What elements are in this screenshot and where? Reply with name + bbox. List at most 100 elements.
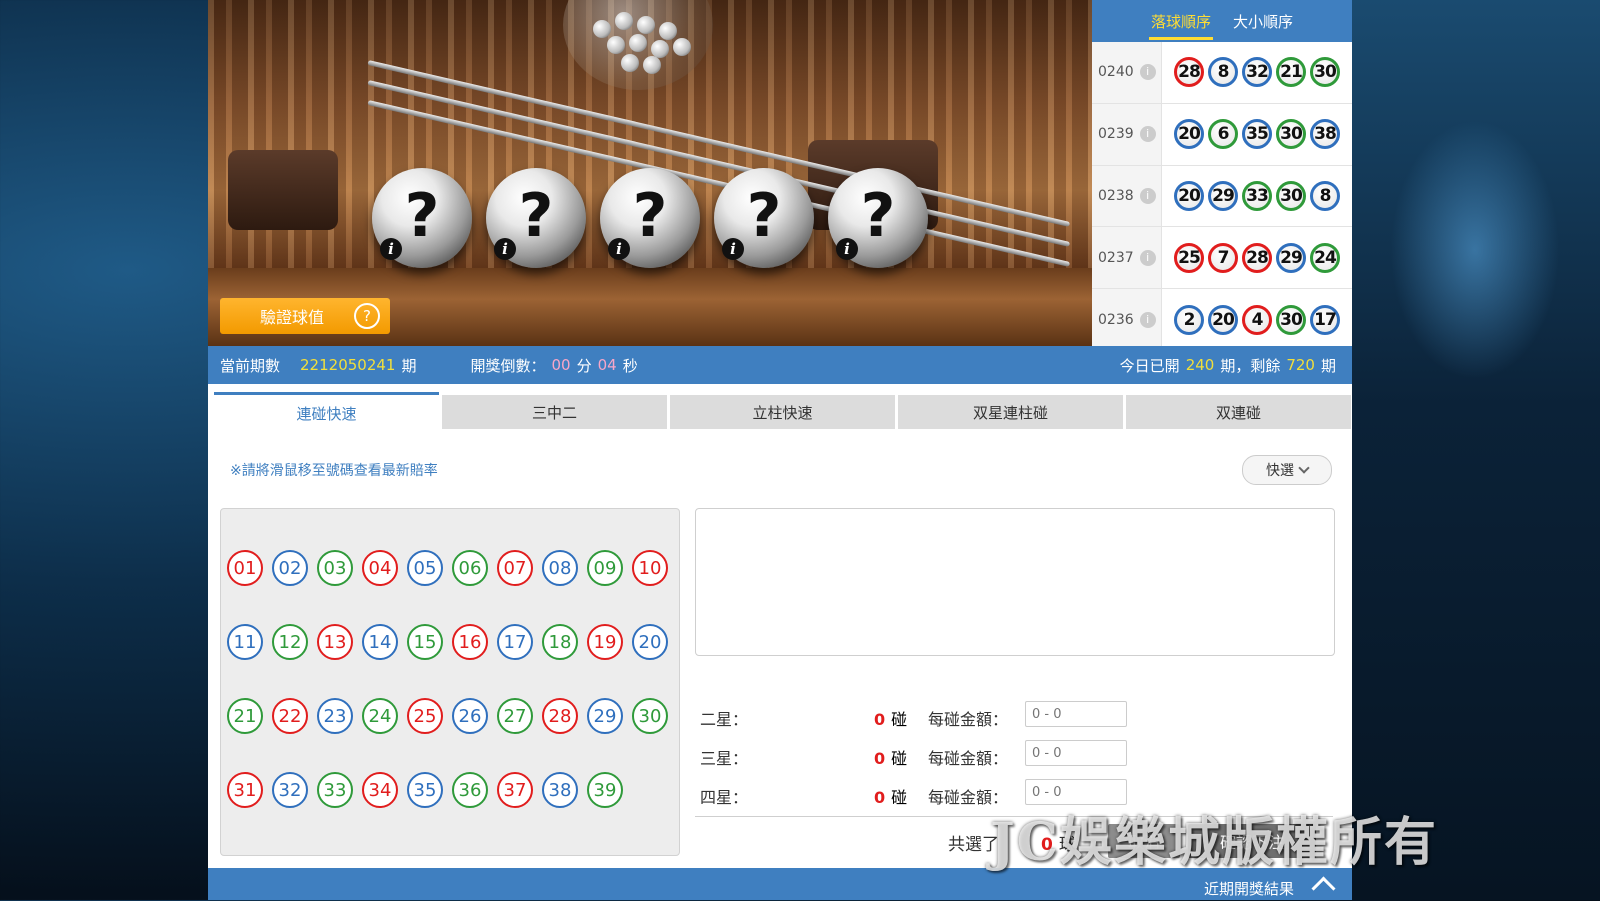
- number-ball[interactable]: 09: [587, 550, 623, 586]
- info-icon[interactable]: i: [1139, 311, 1156, 328]
- amount-input[interactable]: [1025, 740, 1127, 766]
- tab-drop-order[interactable]: 落球順序: [1148, 3, 1213, 40]
- tab-double-star-column[interactable]: 双星連柱碰: [898, 395, 1123, 429]
- result-ball: 21: [1276, 57, 1306, 88]
- number-ball[interactable]: 14: [362, 624, 398, 660]
- result-ball: 8: [1208, 57, 1238, 88]
- pending-ball[interactable]: ? i: [372, 168, 472, 268]
- result-ball: 7: [1208, 242, 1238, 273]
- number-ball[interactable]: 38: [542, 772, 578, 808]
- info-icon[interactable]: i: [1139, 64, 1156, 81]
- result-ball: 32: [1242, 57, 1272, 88]
- number-ball[interactable]: 05: [407, 550, 443, 586]
- number-ball[interactable]: 02: [272, 550, 308, 586]
- number-ball[interactable]: 03: [317, 550, 353, 586]
- info-icon[interactable]: i: [494, 238, 516, 260]
- number-ball[interactable]: 19: [587, 624, 623, 660]
- pending-ball[interactable]: ? i: [486, 168, 586, 268]
- amount-input[interactable]: [1025, 701, 1127, 727]
- number-ball[interactable]: 24: [362, 698, 398, 734]
- number-ball[interactable]: 29: [587, 698, 623, 734]
- number-ball[interactable]: 32: [272, 772, 308, 808]
- history-balls: 2 20 4 30 17: [1162, 289, 1352, 350]
- info-icon[interactable]: i: [722, 238, 744, 260]
- chevron-up-icon[interactable]: [1311, 876, 1336, 901]
- result-ball: 28: [1174, 57, 1204, 88]
- number-ball[interactable]: 34: [362, 772, 398, 808]
- verify-label: 驗證球值: [260, 308, 325, 327]
- bet-label: 三星：: [700, 749, 749, 768]
- help-icon[interactable]: ?: [354, 303, 380, 329]
- number-ball[interactable]: 11: [227, 624, 263, 660]
- pending-ball[interactable]: ? i: [714, 168, 814, 268]
- bet-count-value: 0: [874, 788, 886, 807]
- number-ball[interactable]: 33: [317, 772, 353, 808]
- number-ball[interactable]: 30: [632, 698, 668, 734]
- info-icon[interactable]: i: [608, 238, 630, 260]
- tab-size-order[interactable]: 大小順序: [1231, 3, 1295, 40]
- current-period-label: 當前期數: [220, 356, 281, 375]
- number-ball[interactable]: 16: [452, 624, 488, 660]
- history-period: 0237 i: [1092, 227, 1162, 289]
- today-label: 今日已開: [1119, 356, 1180, 375]
- number-ball[interactable]: 20: [632, 624, 668, 660]
- number-ball[interactable]: 22: [272, 698, 308, 734]
- info-icon[interactable]: i: [1139, 126, 1156, 143]
- number-ball[interactable]: 35: [407, 772, 443, 808]
- pending-ball[interactable]: ? i: [828, 168, 928, 268]
- number-ball[interactable]: 04: [362, 550, 398, 586]
- bet-count: 0碰: [874, 706, 907, 730]
- result-ball: 20: [1208, 304, 1238, 335]
- number-ball[interactable]: 12: [272, 624, 308, 660]
- number-ball[interactable]: 13: [317, 624, 353, 660]
- period-number: 0240: [1098, 64, 1134, 81]
- info-icon[interactable]: i: [1139, 249, 1156, 266]
- remain-value: 720: [1286, 356, 1315, 374]
- number-ball[interactable]: 27: [497, 698, 533, 734]
- history-row: 0238 i 20 29 33 30 8: [1092, 165, 1352, 228]
- tab-column-quick[interactable]: 立柱快速: [670, 395, 895, 429]
- tab-double-combo[interactable]: 双連碰: [1126, 395, 1351, 429]
- result-ball: 17: [1310, 304, 1340, 335]
- pending-ball[interactable]: ? i: [600, 168, 700, 268]
- period-number: 0238: [1098, 187, 1134, 204]
- info-bar: 當前期數 2212050241 期 開獎倒數： 00 分 04 秒 今日已開 2…: [208, 346, 1352, 384]
- number-ball[interactable]: 08: [542, 550, 578, 586]
- number-ball[interactable]: 18: [542, 624, 578, 660]
- couch-left: [228, 150, 338, 230]
- number-ball[interactable]: 15: [407, 624, 443, 660]
- tab-quick-combo[interactable]: 連碰快速: [214, 392, 439, 432]
- amount-label: 每碰金額：: [928, 710, 1009, 729]
- number-ball[interactable]: 31: [227, 772, 263, 808]
- number-ball[interactable]: 37: [497, 772, 533, 808]
- quick-select-dropdown[interactable]: 快選: [1242, 455, 1332, 485]
- number-grid: 01 02 03 04 05 06 07 08 09 10 11 12 13 14 15 16 17 18 19 20…: [220, 508, 680, 856]
- number-ball[interactable]: 21: [227, 698, 263, 734]
- current-period-value: 2212050241: [300, 356, 396, 374]
- countdown-minutes: 00: [551, 356, 571, 374]
- info-icon[interactable]: i: [380, 238, 402, 260]
- number-ball[interactable]: 39: [587, 772, 623, 808]
- info-icon[interactable]: i: [1139, 187, 1156, 204]
- number-ball[interactable]: 26: [452, 698, 488, 734]
- number-ball[interactable]: 28: [542, 698, 578, 734]
- minute-unit: 分: [576, 356, 592, 375]
- number-ball[interactable]: 06: [452, 550, 488, 586]
- number-ball[interactable]: 01: [227, 550, 263, 586]
- history-panel: 落球順序 大小順序 0240 i 28 8 32 21 30 0239 i 20 6 35 30 38 02…: [1092, 0, 1352, 351]
- history-period: 0236 i: [1092, 289, 1162, 350]
- background-glow: [1390, 120, 1560, 380]
- number-ball[interactable]: 07: [497, 550, 533, 586]
- history-balls: 20 29 33 30 8: [1162, 165, 1352, 227]
- number-ball[interactable]: 10: [632, 550, 668, 586]
- tab-three-two[interactable]: 三中二: [442, 395, 667, 429]
- pending-balls: ? i ? i ? i ? i ? i: [372, 168, 928, 268]
- verify-ball-button[interactable]: 驗證球值 ?: [220, 298, 390, 334]
- info-icon[interactable]: i: [836, 238, 858, 260]
- bet-label: 四星：: [700, 788, 749, 807]
- number-ball[interactable]: 25: [407, 698, 443, 734]
- number-ball[interactable]: 36: [452, 772, 488, 808]
- play-tabs: 連碰快速 三中二 立柱快速 双星連柱碰 双連碰: [214, 392, 1351, 432]
- number-ball[interactable]: 23: [317, 698, 353, 734]
- number-ball[interactable]: 17: [497, 624, 533, 660]
